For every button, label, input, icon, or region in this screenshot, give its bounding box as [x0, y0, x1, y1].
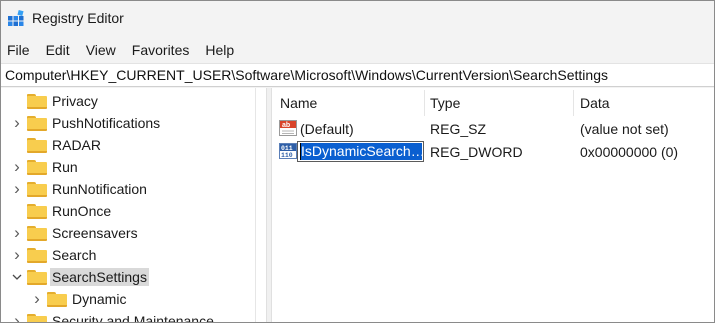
tree-item-run[interactable]: › Run [1, 156, 244, 178]
svg-text:ab: ab [282, 122, 290, 129]
tree-item-label: Security and Maintenance [52, 313, 214, 323]
tree-scrollbar-divider [255, 88, 256, 322]
folder-icon [27, 226, 47, 241]
value-type: REG_SZ [430, 121, 487, 137]
tree-item-searchsettings[interactable]: SearchSettings [1, 266, 244, 288]
value-row-default[interactable]: ab (Default) REG_SZ (value not set) [272, 117, 714, 139]
tree-item-label: PushNotifications [52, 115, 161, 131]
folder-icon [27, 94, 47, 109]
chevron-right-icon[interactable]: › [11, 312, 23, 322]
tree-item-search[interactable]: › Search [1, 244, 244, 266]
tree-item-radar[interactable]: RADAR [1, 134, 244, 156]
window-title: Registry Editor [32, 10, 124, 26]
menu-bar: File Edit View Favorites Help [1, 38, 714, 62]
expander-placeholder [11, 94, 23, 108]
chevron-right-icon[interactable]: › [11, 180, 23, 197]
tree-item-label: RunNotification [52, 181, 147, 197]
list-header: Name Type Data [272, 90, 714, 116]
chevron-right-icon[interactable]: › [11, 114, 23, 131]
menu-view[interactable]: View [78, 38, 124, 62]
column-divider[interactable] [573, 90, 574, 116]
folder-icon [47, 292, 67, 307]
address-path[interactable]: Computer\HKEY_CURRENT_USER\Software\Micr… [5, 67, 608, 83]
chevron-right-icon[interactable]: › [11, 158, 23, 175]
menu-edit[interactable]: Edit [38, 38, 78, 62]
value-data: 0x00000000 (0) [580, 144, 679, 160]
tree-item-label: Privacy [52, 93, 98, 109]
column-divider[interactable] [424, 90, 425, 116]
chevron-right-icon[interactable]: › [31, 290, 43, 307]
expander-placeholder [11, 204, 23, 218]
folder-icon [27, 182, 47, 197]
value-row-isdynamicsearch[interactable]: 011 110 IsDynamicSearch… REG_DWORD 0x000… [272, 140, 714, 162]
tree-item-pushnotifications[interactable]: › PushNotifications [1, 112, 244, 134]
value-type: REG_DWORD [430, 144, 523, 160]
tree-item-security-and-maintenance[interactable]: › Security and Maintenance [1, 310, 244, 323]
binary-value-icon: 011 110 [279, 143, 297, 159]
tree-item-screensavers[interactable]: › Screensavers [1, 222, 244, 244]
menu-file[interactable]: File [1, 38, 38, 62]
tree-item-dynamic[interactable]: › Dynamic [1, 288, 244, 310]
folder-icon [27, 204, 47, 219]
value-name: (Default) [300, 121, 354, 137]
column-header-data[interactable]: Data [580, 95, 610, 111]
folder-icon [27, 314, 47, 322]
tree-item-label: SearchSettings [50, 268, 149, 286]
rename-selected-text[interactable]: IsDynamicSearch… [300, 143, 422, 160]
menu-favorites[interactable]: Favorites [124, 38, 198, 62]
string-value-icon: ab [279, 120, 297, 136]
folder-icon [27, 248, 47, 263]
folder-icon [27, 138, 47, 153]
chevron-down-icon[interactable] [11, 270, 23, 284]
registry-editor-icon [8, 9, 24, 26]
folder-icon [27, 116, 47, 131]
tree-item-label: Dynamic [72, 291, 127, 307]
title-bar[interactable]: Registry Editor [1, 1, 714, 37]
text-caret [300, 143, 301, 160]
tree-item-label: RunOnce [52, 203, 112, 219]
chevron-right-icon[interactable]: › [11, 224, 23, 241]
address-bar[interactable]: Computer\HKEY_CURRENT_USER\Software\Micr… [1, 63, 714, 87]
tree-item-label: RADAR [52, 137, 102, 153]
column-header-name[interactable]: Name [280, 95, 317, 111]
tree-item-privacy[interactable]: Privacy [1, 90, 244, 112]
chevron-right-icon[interactable]: › [11, 246, 23, 263]
tree-item-label: Screensavers [52, 225, 138, 241]
tree-item-label: Run [52, 159, 78, 175]
values-list-pane[interactable]: Name Type Data ab (Default) REG_SZ (valu… [272, 88, 714, 322]
folder-icon [27, 270, 47, 285]
value-data: (value not set) [580, 121, 669, 137]
expander-placeholder [11, 138, 23, 152]
svg-text:011: 011 [281, 145, 293, 152]
registry-editor-window: Registry Editor File Edit View Favorites… [0, 0, 715, 323]
svg-text:110: 110 [281, 152, 293, 159]
key-tree-pane[interactable]: Privacy › PushNotifications RADAR › Run › RunNo… [1, 88, 266, 323]
folder-icon [27, 160, 47, 175]
tree-item-runonce[interactable]: RunOnce [1, 200, 244, 222]
tree-item-runnotification[interactable]: › RunNotification [1, 178, 244, 200]
column-header-type[interactable]: Type [430, 95, 460, 111]
menu-help[interactable]: Help [197, 38, 242, 62]
tree-item-label: Search [52, 247, 97, 263]
rename-value-input[interactable]: IsDynamicSearch… [297, 141, 424, 162]
